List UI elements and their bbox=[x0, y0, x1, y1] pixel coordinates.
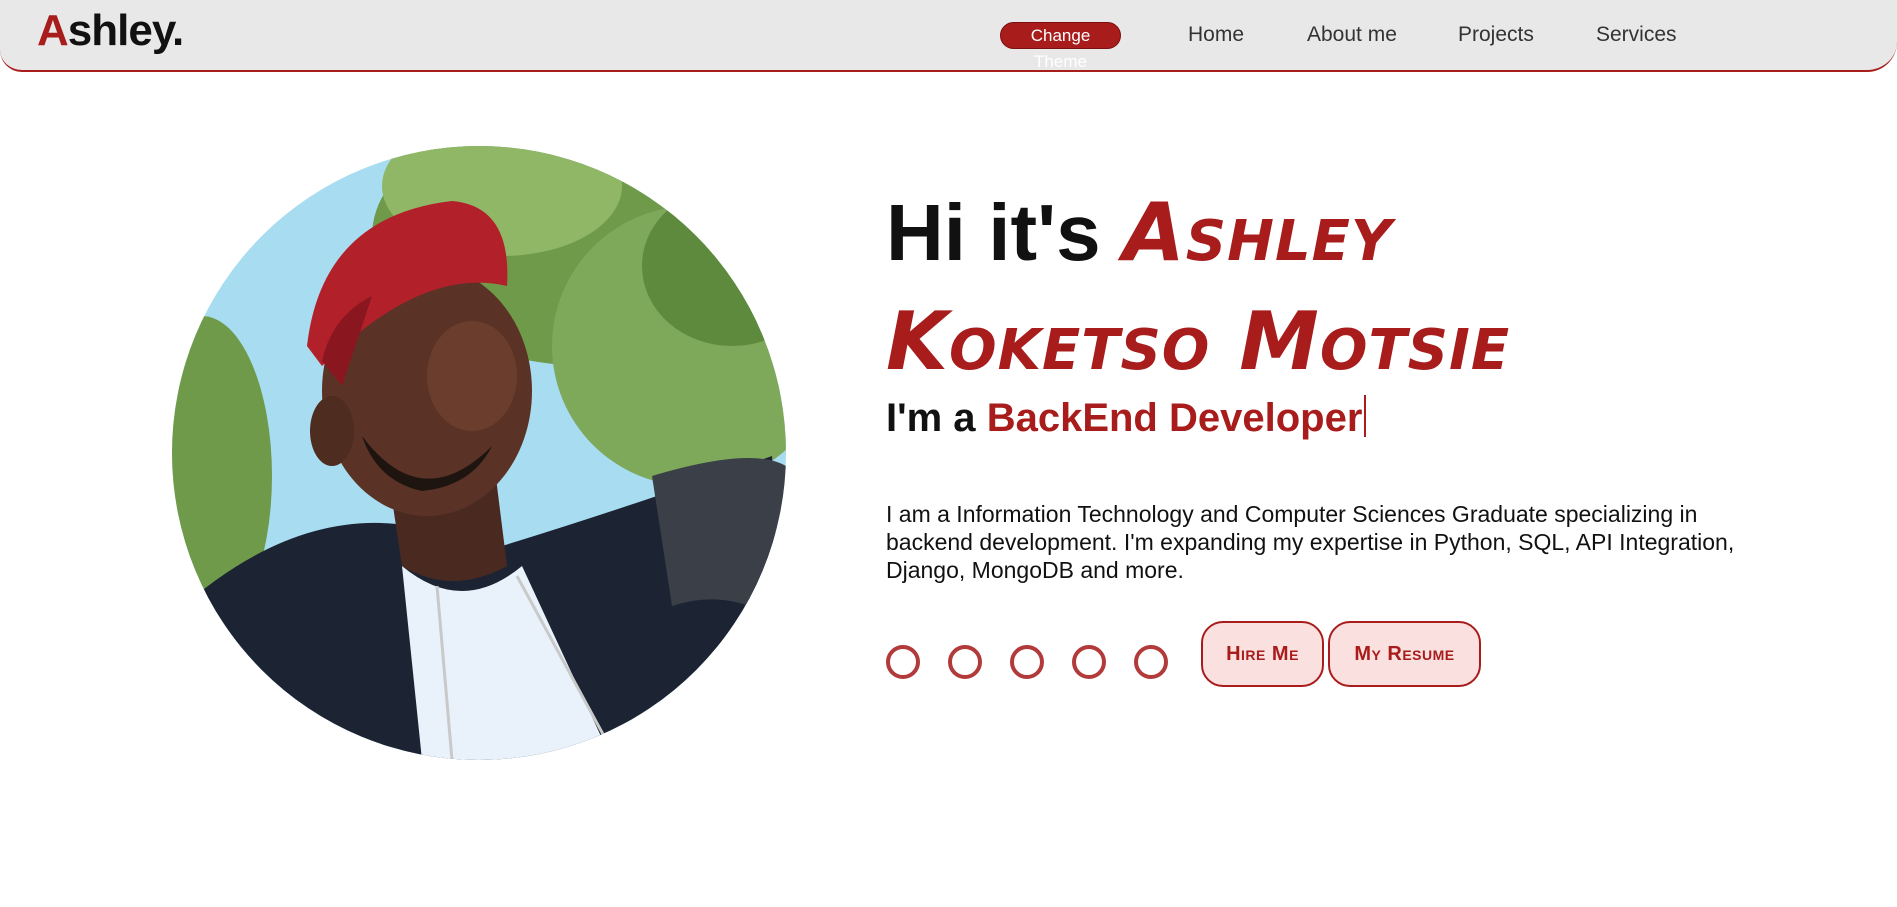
social-icon-2[interactable] bbox=[948, 645, 982, 679]
hero-role: I'm a BackEnd Developer bbox=[886, 394, 1367, 442]
social-icon-3[interactable] bbox=[1010, 645, 1044, 679]
social-icon-4[interactable] bbox=[1072, 645, 1106, 679]
role-prefix: I'm a bbox=[886, 396, 976, 440]
typing-caret bbox=[1364, 395, 1367, 437]
hire-me-button[interactable]: Hire Me bbox=[1201, 621, 1324, 687]
hero-name-last: Koketso Motsie bbox=[886, 295, 1511, 388]
logo-initial: A bbox=[37, 6, 69, 55]
hero-heading: Hi it's Ashley bbox=[886, 188, 1392, 278]
my-resume-button[interactable]: My Resume bbox=[1328, 621, 1481, 687]
social-icon-1[interactable] bbox=[886, 645, 920, 679]
change-theme-button[interactable]: Change Theme bbox=[1000, 22, 1121, 71]
hero-description: I am a Information Technology and Comput… bbox=[886, 501, 1735, 583]
social-icon-5[interactable] bbox=[1134, 645, 1168, 679]
profile-photo bbox=[172, 146, 786, 760]
hero-name-first: Ashley bbox=[1122, 186, 1393, 279]
nav-link-projects[interactable]: Projects bbox=[1458, 22, 1534, 48]
role-title: BackEnd Developer bbox=[986, 396, 1363, 440]
hero-greeting: Hi it's bbox=[886, 188, 1101, 277]
logo[interactable]: Ashley. bbox=[37, 6, 184, 56]
nav-link-services[interactable]: Services bbox=[1596, 22, 1677, 48]
nav-link-home[interactable]: Home bbox=[1188, 22, 1244, 48]
nav-link-about[interactable]: About me bbox=[1307, 22, 1397, 48]
navbar: Ashley. Change Theme Home About me Proje… bbox=[0, 0, 1897, 72]
logo-text: shley. bbox=[67, 6, 184, 55]
profile-photo-image bbox=[172, 146, 786, 760]
